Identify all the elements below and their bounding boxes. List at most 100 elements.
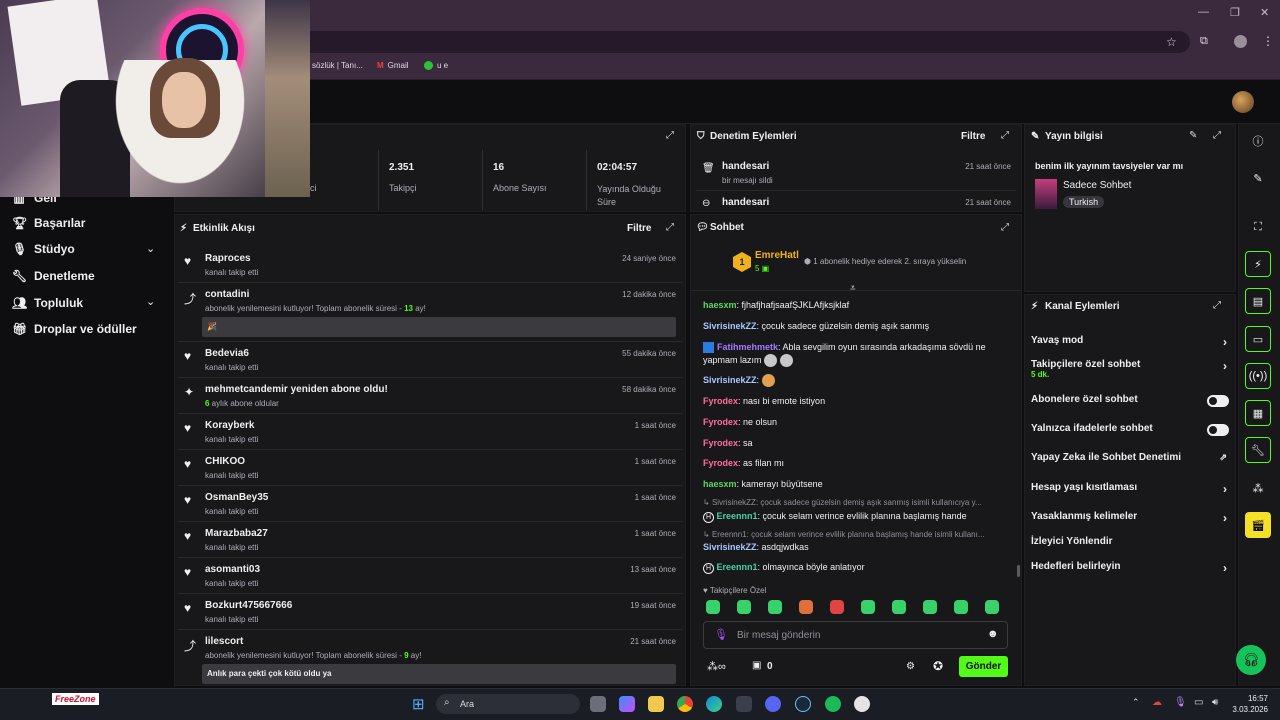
store-icon[interactable] (736, 696, 752, 712)
activity-name[interactable]: OsmanBey35 (205, 492, 268, 503)
activity-item[interactable]: ♥ CHIKOO kanalı takip etti 1 saat önce (184, 456, 680, 486)
chat-username[interactable]: Ereennn1 (717, 562, 758, 572)
activity-item[interactable]: ⤴ lilescort abonelik yenilemesini kutluyor… (184, 636, 680, 688)
activity-name[interactable]: Korayberk (205, 420, 254, 431)
chevron-right-icon[interactable]: › (1223, 359, 1227, 373)
channel-action-item[interactable]: Hedefleri belirleyin › (1031, 561, 1229, 577)
activity-name[interactable]: mehmetcandemir yeniden abone oldu! (205, 384, 388, 395)
activity-name[interactable]: Raproces (205, 253, 251, 264)
chat-username[interactable]: Fyrodex (703, 417, 738, 427)
channel-action-item[interactable]: Yalnızca ifadelerle sohbet (1031, 423, 1229, 439)
profile-icon[interactable] (1234, 35, 1247, 48)
edit-icon[interactable]: ✎ (1189, 130, 1197, 141)
chat-username[interactable]: Fatihmehmetk (717, 342, 778, 352)
clock[interactable]: 16:57 3.03.2026 (1232, 693, 1268, 715)
toggle-switch[interactable] (1207, 395, 1229, 407)
discord-icon[interactable] (765, 696, 781, 712)
activity-name[interactable]: Marazbaba27 (205, 528, 268, 539)
tray-app-icon[interactable]: ☁ (1152, 697, 1162, 708)
activity-item[interactable]: ⤴ contadini abonelik yenilemesini kutluyor… (184, 289, 680, 341)
lightning-icon[interactable]: ⚡︎ (1245, 251, 1271, 277)
moderation-filter-button[interactable]: Filtre (961, 131, 985, 142)
chevron-down-icon[interactable]: ⌄ (146, 295, 155, 308)
send-button[interactable]: Gönder (959, 656, 1008, 677)
activity-item[interactable]: ♥ OsmanBey35 kanalı takip etti 1 saat önce (184, 492, 680, 522)
info-icon[interactable]: ⓘ (1245, 128, 1271, 154)
chevron-right-icon[interactable]: › (1223, 335, 1227, 349)
windows-start-icon[interactable]: ⊞ (412, 695, 425, 713)
file-explorer-icon[interactable] (648, 696, 664, 712)
clapper-icon[interactable]: 🎬︎ (1245, 512, 1271, 538)
url-field[interactable] (300, 31, 1190, 53)
task-view-icon[interactable] (590, 696, 606, 712)
document-icon[interactable]: ▤ (1245, 288, 1271, 314)
activity-name[interactable]: Bedevia6 (205, 348, 249, 359)
bookmark-item[interactable]: u e (424, 61, 448, 70)
activity-name[interactable]: asomanti03 (205, 564, 260, 575)
emote-picker-row[interactable] (706, 600, 1016, 619)
chest-icon[interactable]: ▣ (752, 660, 761, 671)
activity-name[interactable]: Bozkurt475667666 (205, 600, 292, 611)
community-icon[interactable]: ⁂ (1245, 475, 1271, 501)
minimize-icon[interactable]: — (1198, 6, 1209, 18)
channel-action-item[interactable]: Yasaklanmış kelimeler › (1031, 511, 1229, 527)
fullscreen-icon[interactable]: ⛶ (1245, 214, 1271, 240)
bookmark-star-icon[interactable]: ☆ (1166, 35, 1177, 49)
microphone-icon[interactable]: 🎙︎ (1174, 697, 1187, 708)
activity-item[interactable]: ♥ Korayberk kanalı takip etti 1 saat önce (184, 420, 680, 450)
channel-action-item[interactable]: Hesap yaşı kısıtlaması › (1031, 482, 1229, 498)
chat-username[interactable]: SivrisinekZZ (703, 542, 757, 552)
chevron-right-icon[interactable]: › (1223, 511, 1227, 525)
category-image[interactable] (1035, 179, 1057, 209)
channel-action-item[interactable]: Takipçilere özel sohbet 5 dk. › (1031, 359, 1229, 379)
channel-action-item[interactable]: Abonelere özel sohbet (1031, 394, 1229, 410)
layers-icon[interactable]: ▦ (1245, 400, 1271, 426)
steam-icon[interactable] (795, 696, 811, 712)
popout-icon[interactable]: ⤢ (1001, 222, 1009, 233)
popout-icon[interactable]: ⤢ (1001, 130, 1009, 141)
sidebar-item-studio[interactable]: 🎙︎ Stüdyo (12, 242, 75, 256)
channel-action-item[interactable]: İzleyici Yönlendir (1031, 536, 1229, 552)
sidebar-item-achievements[interactable]: 🏆︎ Başarılar (12, 216, 85, 230)
activity-item[interactable]: ♥ Raproces kanalı takip etti 24 saniye önce (184, 253, 680, 283)
chat-username[interactable]: Fyrodex (703, 396, 738, 406)
avatar[interactable] (1232, 91, 1254, 113)
taskbar-search[interactable] (436, 694, 580, 714)
wrench-icon[interactable]: 🔧︎ (1245, 437, 1271, 463)
mod-action-user[interactable]: handesari (722, 197, 769, 208)
chat-username[interactable]: SivrisinekZZ (703, 321, 757, 331)
chevron-right-icon[interactable]: › (1223, 561, 1227, 575)
chat-input-placeholder[interactable]: Bir mesaj gönderin (737, 630, 820, 641)
network-icon[interactable]: ▭ (1194, 697, 1203, 708)
popout-icon[interactable]: ⤢ (666, 222, 674, 233)
sidebar-item-community[interactable]: 👥︎ Topluluk (12, 296, 83, 310)
community-icon[interactable]: ✪ (933, 659, 943, 673)
chat-username[interactable]: SivrisinekZZ (703, 375, 757, 385)
stream-tag[interactable]: Turkish (1063, 196, 1105, 208)
stream-category[interactable]: Sadece Sohbet (1063, 180, 1131, 191)
chevron-right-icon[interactable]: › (1223, 482, 1227, 496)
obs-icon[interactable] (854, 696, 870, 712)
chat-username[interactable]: haesxm (703, 479, 737, 489)
popout-icon[interactable]: ⤢ (1213, 130, 1221, 141)
toggle-switch[interactable] (1207, 424, 1229, 436)
bookmark-item[interactable]: sözlük | Tanı... (312, 61, 363, 70)
freezone-widget[interactable]: FreeZone (52, 693, 99, 705)
activity-item[interactable]: ♥ asomanti03 kanalı takip etti 13 saat önce (184, 564, 680, 594)
activity-filter-button[interactable]: Filtre (627, 223, 651, 234)
chrome-icon[interactable] (677, 696, 693, 712)
external-link-icon[interactable]: ⇗ (1219, 452, 1227, 463)
edge-icon[interactable] (706, 696, 722, 712)
menu-icon[interactable]: ⋮ (1262, 34, 1274, 48)
channel-action-item[interactable]: Yapay Zeka ile Sohbet Denetimi ⇗ (1031, 452, 1229, 468)
popout-icon[interactable]: ⤢ (666, 130, 674, 141)
activity-name[interactable]: CHIKOO (205, 456, 245, 467)
mod-action-user[interactable]: handesari (722, 161, 769, 172)
activity-item[interactable]: ♥ Bozkurt475667666 kanalı takip etti 19 saa… (184, 600, 680, 630)
activity-name[interactable]: contadini (205, 289, 249, 300)
chat-username[interactable]: Fyrodex (703, 458, 738, 468)
copilot-icon[interactable] (619, 696, 635, 712)
spotify-icon[interactable] (825, 696, 841, 712)
collapse-icon[interactable]: ⩡ (850, 283, 856, 294)
extensions-icon[interactable]: ⧉ (1200, 35, 1208, 48)
